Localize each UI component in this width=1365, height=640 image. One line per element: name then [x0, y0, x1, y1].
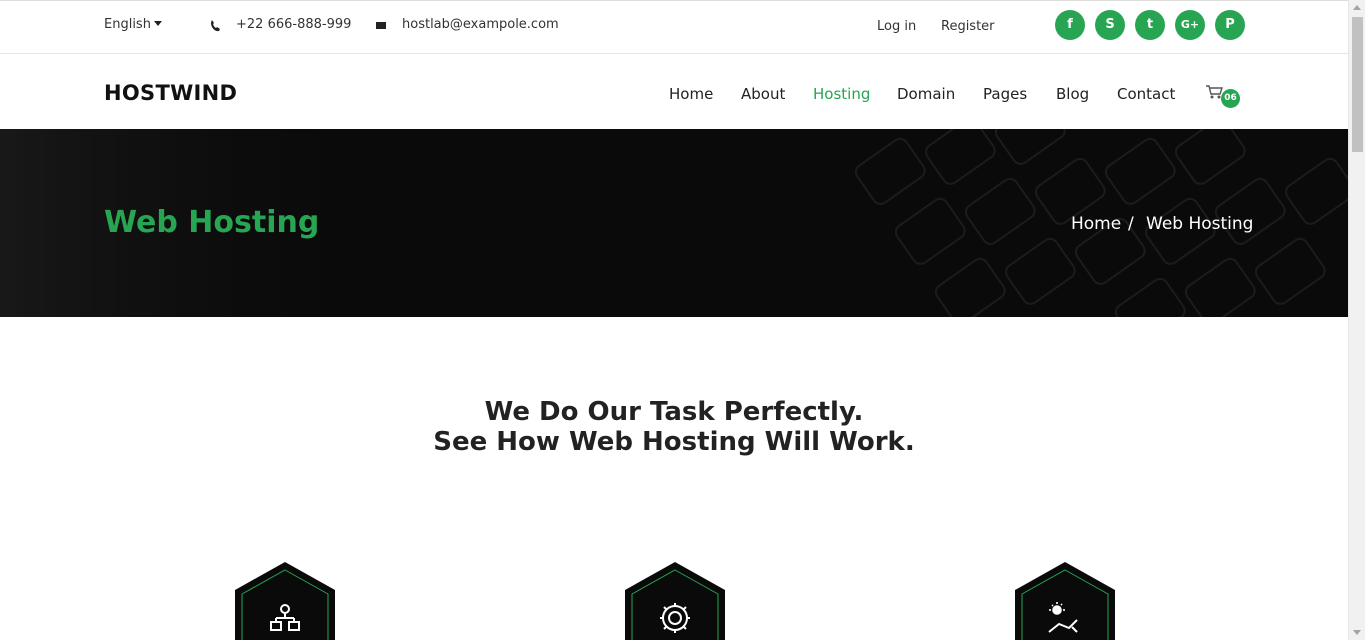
- pinterest-icon[interactable]: P: [1215, 10, 1245, 40]
- skype-icon[interactable]: S: [1095, 10, 1125, 40]
- phone-number: +22 666-888-999: [236, 17, 352, 32]
- email-address[interactable]: hostlab@exampole.com: [402, 17, 559, 32]
- scroll-up-arrow-icon[interactable]: [1353, 5, 1361, 10]
- google-plus-icon[interactable]: G+: [1175, 10, 1205, 40]
- login-link[interactable]: Log in: [877, 19, 916, 34]
- vertical-scrollbar[interactable]: [1348, 0, 1365, 640]
- register-link[interactable]: Register: [941, 19, 995, 34]
- language-selector[interactable]: English: [104, 17, 162, 32]
- breadcrumb-home[interactable]: Home: [1071, 214, 1121, 234]
- top-bar: English +22 666-888-999 hostlab@exampole…: [0, 0, 1348, 54]
- nav-domain[interactable]: Domain: [897, 85, 955, 103]
- language-label: English: [104, 17, 151, 32]
- caret-down-icon: [153, 21, 162, 26]
- nav-home[interactable]: Home: [669, 85, 713, 103]
- nav-about[interactable]: About: [741, 85, 785, 103]
- main-navbar: HOSTWIND Home About Hosting Domain Pages…: [0, 54, 1348, 129]
- twitter-icon[interactable]: t: [1135, 10, 1165, 40]
- page-banner: Web Hosting Home / Web Hosting: [0, 129, 1348, 317]
- phone-icon: [211, 20, 220, 32]
- network-icon: [235, 562, 335, 640]
- section-headline-line1: We Do Our Task Perfectly.: [484, 397, 864, 427]
- cart-count-badge: 06: [1221, 89, 1240, 108]
- page-title: Web Hosting: [104, 205, 320, 240]
- nav-hosting[interactable]: Hosting: [813, 85, 870, 103]
- site-logo[interactable]: HOSTWIND: [104, 81, 237, 105]
- mail-icon: [376, 22, 386, 29]
- sun-graph-icon: [1015, 562, 1115, 640]
- breadcrumb-separator: /: [1128, 214, 1134, 234]
- nav-contact[interactable]: Contact: [1117, 85, 1175, 103]
- gear-icon: [625, 562, 725, 640]
- scrollbar-thumb[interactable]: [1352, 17, 1363, 152]
- section-headline-line2: See How Web Hosting Will Work.: [433, 427, 915, 457]
- page: English +22 666-888-999 hostlab@exampole…: [0, 0, 1348, 640]
- scroll-down-arrow-icon[interactable]: [1353, 630, 1361, 635]
- facebook-icon[interactable]: f: [1055, 10, 1085, 40]
- nav-blog[interactable]: Blog: [1056, 85, 1089, 103]
- nav-pages[interactable]: Pages: [983, 85, 1027, 103]
- breadcrumb-current: Web Hosting: [1146, 214, 1254, 234]
